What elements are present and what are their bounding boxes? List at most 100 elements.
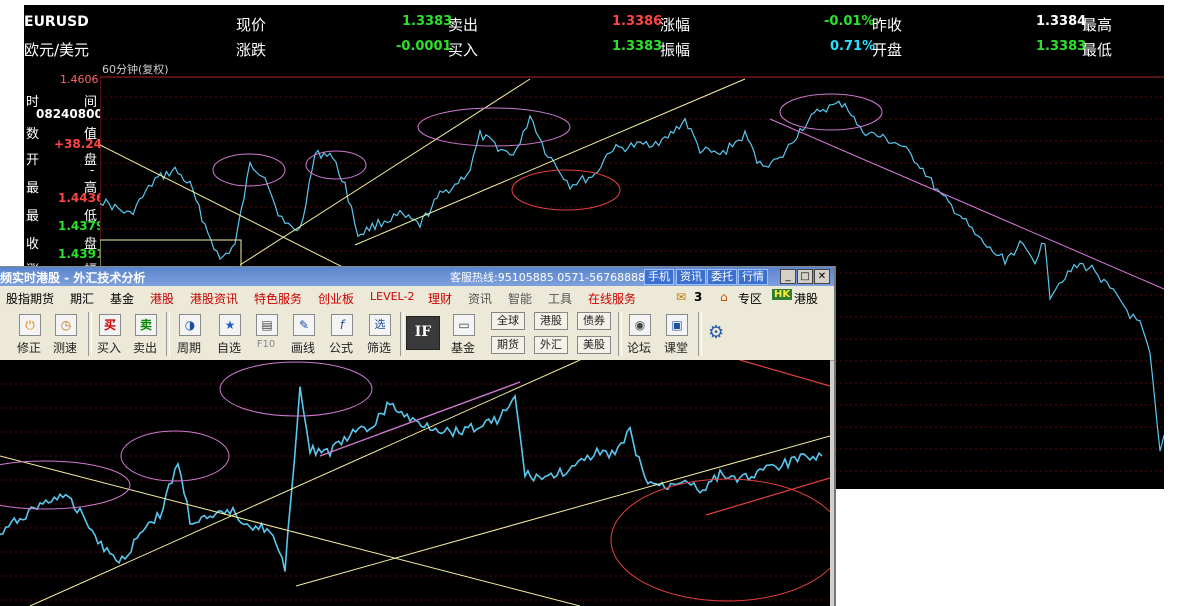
formula-icon: f	[331, 314, 353, 336]
star-icon: ★	[219, 314, 241, 336]
filter-icon: 选	[369, 314, 391, 336]
quote-label: 开盘	[872, 41, 903, 59]
side-label: 数	[26, 127, 40, 142]
menu-item[interactable]: 创业板	[318, 290, 354, 307]
quote-label: 涨幅	[660, 16, 691, 34]
futures-button[interactable]: 期货	[491, 336, 525, 354]
classroom-button[interactable]: ▣ 课堂	[659, 313, 693, 357]
quote-label: 现价	[236, 16, 267, 34]
sell-icon: 卖	[135, 314, 157, 336]
title-tab-order[interactable]: 委托	[707, 269, 737, 285]
fund-button[interactable]: ▭ 基金	[446, 313, 480, 357]
global-button[interactable]: 全球	[491, 312, 525, 330]
chart-bg	[0, 360, 830, 606]
quote-label: 最低	[1082, 41, 1113, 59]
buy-icon: 买	[99, 314, 121, 336]
sell-button[interactable]: 卖 卖出	[128, 313, 162, 357]
pencil-icon: ✎	[293, 314, 315, 336]
quote-label: 涨跌	[236, 41, 267, 59]
tool-label: 卖出	[132, 341, 157, 355]
front-app-window: 频实时港股 - 外汇技术分析 客服热线:95105885 0571-567688…	[0, 266, 836, 606]
tool-label: 自选	[216, 341, 241, 355]
menu-item[interactable]: 资讯	[468, 290, 492, 307]
menu-item[interactable]: 在线服务	[588, 290, 636, 307]
period-button[interactable]: ◑ 周期	[172, 313, 206, 357]
bonds-button[interactable]: 债券	[577, 312, 611, 330]
screen-button[interactable]: 选 筛选	[362, 313, 396, 357]
tool-label: 论坛	[626, 341, 651, 355]
fund-icon: ▭	[453, 314, 475, 336]
f10-button[interactable]: ▤ F10	[249, 313, 283, 357]
power-icon: ⏻	[19, 314, 41, 336]
title-tab-quote[interactable]: 行情	[738, 269, 768, 285]
speed-test-button[interactable]: ◷ 测速	[48, 313, 82, 357]
mail-count: 3	[694, 290, 703, 304]
toolbar-separator	[698, 312, 702, 356]
classroom-icon: ▣	[666, 314, 688, 336]
menu-item[interactable]: 港股资讯	[190, 290, 238, 307]
clock-icon: ◷	[55, 314, 77, 336]
forex-button[interactable]: 外汇	[534, 336, 568, 354]
quote-value: 0.71%	[830, 39, 876, 54]
gear-icon[interactable]: ⚙	[708, 322, 724, 343]
tool-label: 基金	[450, 341, 475, 355]
if-futures-button[interactable]: IF	[406, 316, 440, 350]
menu-item[interactable]: 智能	[508, 290, 532, 307]
us-stocks-button[interactable]: 美股	[577, 336, 611, 354]
side-value: -	[90, 163, 95, 177]
tool-label: 测速	[52, 341, 77, 355]
period-icon: ◑	[179, 314, 201, 336]
buy-button[interactable]: 买 买入	[92, 313, 126, 357]
side-value: 1.4436	[58, 191, 105, 205]
maximize-button[interactable]: □	[797, 269, 813, 284]
forum-button[interactable]: ◉ 论坛	[622, 313, 656, 357]
tool-label: 周期	[176, 341, 201, 355]
minimize-button[interactable]: _	[780, 269, 796, 284]
side-value: 1.4379	[58, 219, 105, 233]
menu-item[interactable]: 工具	[548, 290, 572, 307]
quote-value: 1.3383	[612, 39, 663, 54]
menu-item[interactable]: 期汇	[70, 290, 94, 307]
quote-label: 买入	[448, 41, 479, 59]
tool-label: 画线	[290, 341, 315, 355]
quote-label: 振幅	[660, 41, 691, 59]
menu-item[interactable]: 股指期货	[6, 290, 54, 307]
quote-value: 1.3384	[1036, 14, 1087, 29]
menu-item[interactable]: 基金	[110, 290, 134, 307]
menu-item[interactable]: 特色服务	[254, 290, 302, 307]
menu-item[interactable]: LEVEL-2	[370, 290, 414, 303]
quote-label: 最高	[1082, 16, 1113, 34]
tool-label: F10	[256, 339, 276, 350]
tool-label: 筛选	[366, 341, 391, 355]
side-value: 08240800	[36, 107, 103, 121]
hk-badge: HK	[772, 289, 793, 300]
hk-link[interactable]: 港股	[794, 290, 818, 307]
watchlist-button[interactable]: ★ 自选	[212, 313, 246, 357]
side-label: 收	[26, 237, 40, 252]
title-tab-news[interactable]: 资讯	[676, 269, 706, 285]
menu-item[interactable]: 理财	[428, 290, 452, 307]
zone-link[interactable]: 专区	[738, 290, 762, 307]
draw-line-button[interactable]: ✎ 画线	[286, 313, 320, 357]
window-title: 频实时港股 - 外汇技术分析	[0, 271, 146, 285]
quote-row-2: 欧元/美元 涨跌 -0.0001 买入 1.3383 振幅 0.71% 开盘 1…	[24, 36, 1164, 60]
formula-button[interactable]: f 公式	[324, 313, 358, 357]
toolbar-separator	[400, 312, 404, 356]
side-label: 开	[26, 153, 40, 168]
side-label: 最	[26, 209, 40, 224]
quote-value: -0.0001	[396, 39, 452, 54]
tool-label: 公式	[328, 341, 353, 355]
hk-stocks-button[interactable]: 港股	[534, 312, 568, 330]
title-tab-mobile[interactable]: 手机	[644, 269, 674, 285]
side-value: 1.4391	[58, 247, 105, 261]
mail-icon[interactable]: ✉	[676, 290, 686, 304]
symbol-name: 欧元/美元	[24, 41, 90, 59]
correct-button[interactable]: ⏻ 修正	[12, 313, 46, 357]
side-label: 最	[26, 181, 40, 196]
menu-item[interactable]: 港股	[150, 290, 174, 307]
quote-value: 1.3386	[612, 14, 663, 29]
close-button[interactable]: ✕	[814, 269, 830, 284]
hotline-text: 客服热线:95105885 0571-56768888	[450, 271, 646, 284]
title-bar: 频实时港股 - 外汇技术分析 客服热线:95105885 0571-567688…	[0, 267, 834, 286]
home-icon[interactable]: ⌂	[720, 290, 728, 304]
